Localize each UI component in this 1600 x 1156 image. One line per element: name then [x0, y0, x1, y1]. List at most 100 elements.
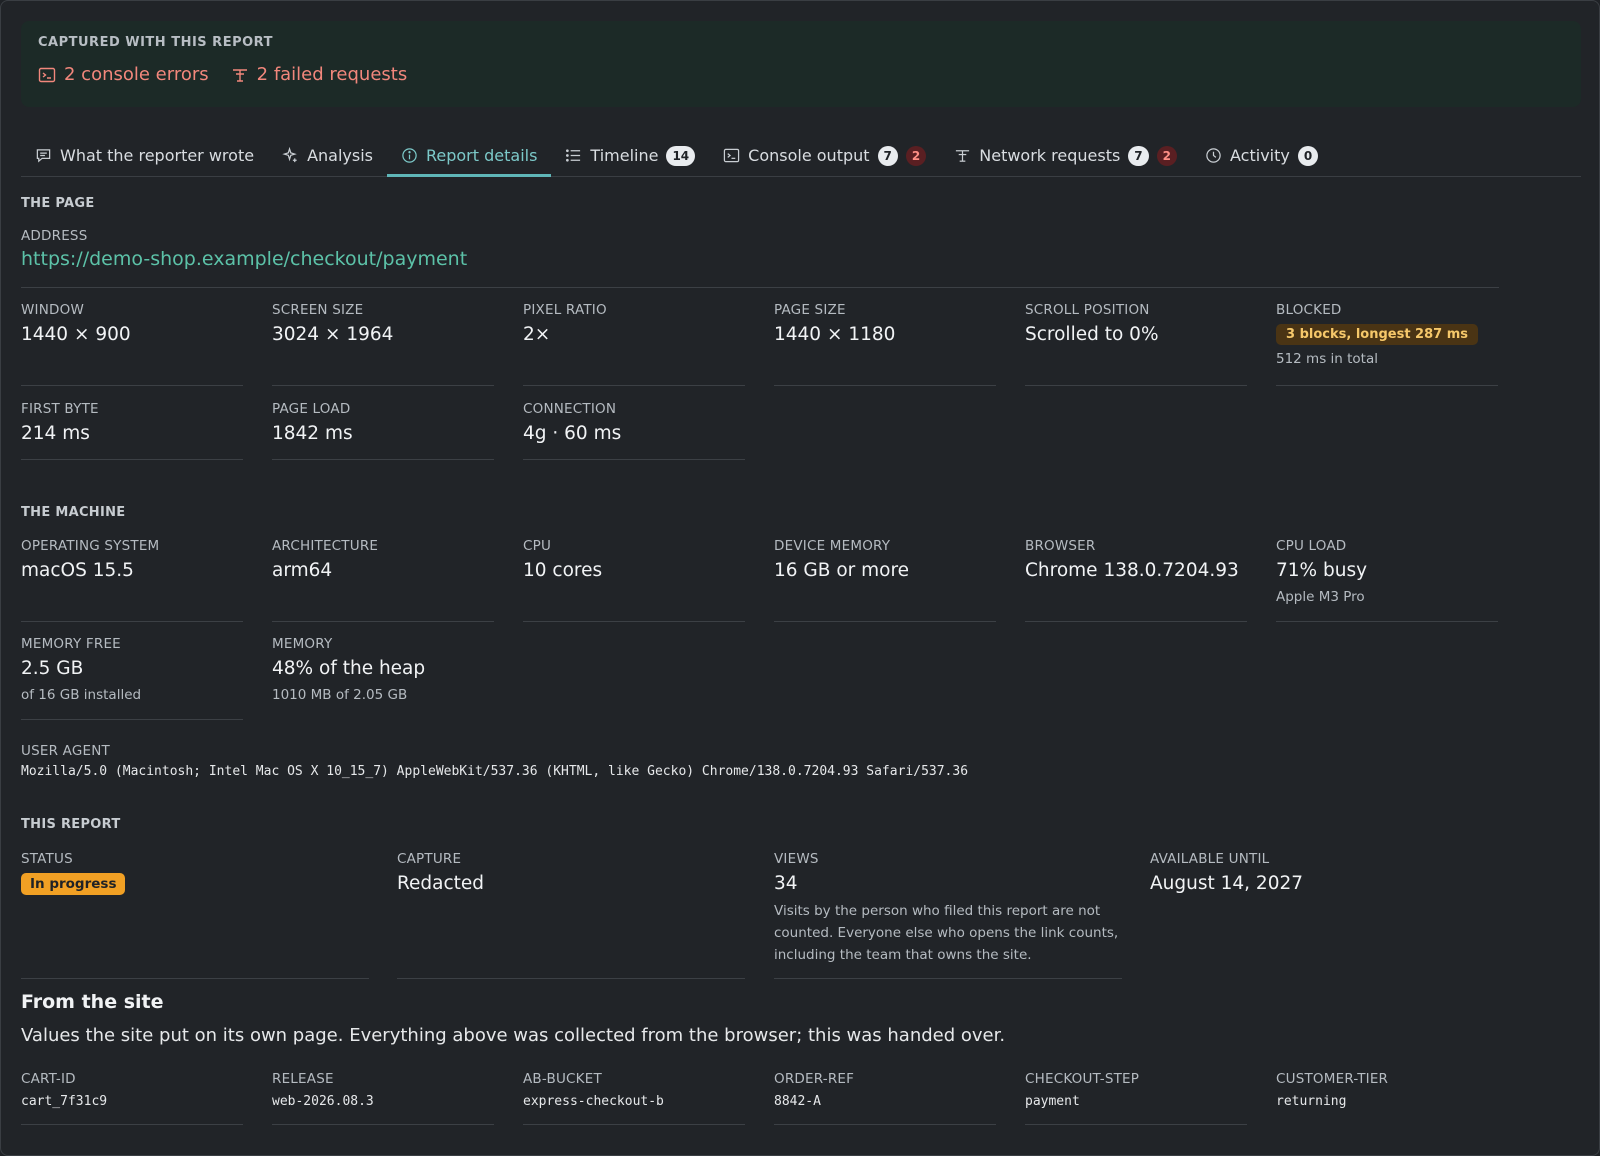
- tab-activity[interactable]: Activity 0: [1191, 135, 1332, 176]
- field-label: CPU: [523, 538, 552, 554]
- status-field: STATUS In progress: [21, 851, 369, 979]
- field-label: SCROLL POSITION: [1025, 302, 1150, 318]
- field-sub: of 16 GB installed: [21, 687, 142, 703]
- captured-title: CAPTURED WITH THIS REPORT: [38, 35, 273, 50]
- field-label: PAGE LOAD: [272, 401, 351, 417]
- field-label: MEMORY FREE: [21, 636, 121, 652]
- connection-field: CONNECTION 4g · 60 ms: [523, 401, 745, 460]
- scroll-position-field: SCROLL POSITION Scrolled to 0%: [1025, 302, 1247, 386]
- tab-console-output[interactable]: Console output 7 2: [709, 135, 940, 176]
- field-value: macOS 15.5: [21, 560, 134, 581]
- field-label: BROWSER: [1025, 538, 1096, 554]
- section-title-report: THIS REPORT: [21, 817, 121, 832]
- first-byte-field: FIRST BYTE 214 ms: [21, 401, 243, 460]
- terminal-icon: [723, 148, 740, 163]
- field-value: 1440 × 1180: [774, 324, 896, 345]
- field-value: 8842-A: [774, 1094, 821, 1109]
- field-value: 10 cores: [523, 560, 603, 581]
- browser-field: BROWSER Chrome 138.0.7204.93: [1025, 538, 1247, 622]
- os-field: OPERATING SYSTEM macOS 15.5: [21, 538, 243, 622]
- field-label: CONNECTION: [523, 401, 617, 417]
- tab-label: Timeline: [590, 146, 659, 165]
- field-value: 4g · 60 ms: [523, 423, 622, 444]
- field-value: returning: [1276, 1094, 1347, 1109]
- info-icon: [402, 148, 417, 163]
- terminal-icon: [38, 67, 56, 82]
- message-icon: [36, 149, 51, 163]
- failed-requests-link[interactable]: 2 failed requests: [231, 64, 407, 85]
- field-label: MEMORY: [272, 636, 333, 652]
- field-label: ARCHITECTURE: [272, 538, 379, 554]
- console-count-badge: 7: [877, 145, 898, 166]
- field-value: payment: [1025, 1094, 1080, 1109]
- console-errors-link[interactable]: 2 console errors: [38, 64, 209, 85]
- from-site-title: From the site: [21, 991, 164, 1013]
- field-label: FIRST BYTE: [21, 401, 99, 417]
- network-count-badge: 7: [1128, 145, 1149, 166]
- field-value: August 14, 2027: [1150, 873, 1304, 894]
- network-icon: [232, 68, 247, 82]
- tab-reporter-wrote[interactable]: What the reporter wrote: [21, 135, 268, 176]
- console-errors-text: 2 console errors: [64, 64, 209, 85]
- tab-label: What the reporter wrote: [60, 146, 255, 165]
- user-agent-field: USER AGENT Mozilla/5.0 (Macintosh; Intel…: [21, 743, 968, 779]
- field-label: CUSTOMER-TIER: [1276, 1071, 1389, 1087]
- screen-size-field: SCREEN SIZE 3024 × 1964: [272, 302, 494, 386]
- field-label: RELEASE: [272, 1071, 334, 1087]
- field-value: web-2026.08.3: [272, 1094, 374, 1109]
- field-label: AB-BUCKET: [523, 1071, 602, 1087]
- from-site-description: Values the site put on its own page. Eve…: [21, 1025, 1006, 1046]
- tab-label: Activity: [1230, 146, 1290, 165]
- field-label: USER AGENT: [21, 743, 110, 759]
- field-value: 48% of the heap: [272, 658, 426, 679]
- blocked-field: BLOCKED 3 blocks, longest 287 ms 512 ms …: [1276, 302, 1498, 386]
- blocked-badge: 3 blocks, longest 287 ms: [1276, 324, 1479, 345]
- address-label: ADDRESS: [21, 228, 88, 244]
- tab-report-details[interactable]: Report details: [386, 135, 552, 177]
- field-value: 71% busy: [1276, 560, 1368, 581]
- field-label: PIXEL RATIO: [523, 302, 607, 318]
- address-field: ADDRESS https://demo-shop.example/checko…: [21, 228, 1499, 288]
- tab-analysis[interactable]: Analysis: [268, 135, 387, 176]
- capture-field: CAPTURE Redacted: [397, 851, 745, 979]
- list-icon: [566, 149, 581, 162]
- field-label: CHECKOUT-STEP: [1025, 1071, 1140, 1087]
- field-label: ORDER-REF: [774, 1071, 855, 1087]
- field-sub: Visits by the person who filed this repo…: [774, 903, 1119, 963]
- field-value: 1440 × 900: [21, 324, 131, 345]
- clock-icon: [1206, 148, 1221, 163]
- field-label: WINDOW: [21, 302, 84, 318]
- field-value: 214 ms: [21, 423, 90, 444]
- field-value: arm64: [272, 560, 333, 581]
- section-title-machine: THE MACHINE: [21, 505, 126, 520]
- field-value: 3024 × 1964: [272, 324, 394, 345]
- tab-label: Console output: [748, 146, 870, 165]
- tab-label: Analysis: [307, 146, 373, 165]
- tab-label: Network requests: [979, 146, 1121, 165]
- memory-field: MEMORY 48% of the heap 1010 MB of 2.05 G…: [272, 636, 494, 720]
- tab-timeline[interactable]: Timeline 14: [551, 135, 709, 176]
- site-field-release: RELEASE web-2026.08.3: [272, 1071, 494, 1125]
- device-memory-field: DEVICE MEMORY 16 GB or more: [774, 538, 996, 622]
- site-field-cart-id: CART-ID cart_7f31c9: [21, 1071, 243, 1125]
- field-value: cart_7f31c9: [21, 1094, 108, 1109]
- memory-free-field: MEMORY FREE 2.5 GB of 16 GB installed: [21, 636, 243, 720]
- field-value: Redacted: [397, 873, 485, 894]
- tab-network-requests[interactable]: Network requests 7 2: [940, 135, 1191, 176]
- pixel-ratio-field: PIXEL RATIO 2×: [523, 302, 745, 386]
- user-agent-value: Mozilla/5.0 (Macintosh; Intel Mac OS X 1…: [21, 764, 969, 779]
- page-size-field: PAGE SIZE 1440 × 1180: [774, 302, 996, 386]
- field-value: 2.5 GB: [21, 658, 84, 679]
- field-label: VIEWS: [774, 851, 819, 867]
- field-value: Scrolled to 0%: [1025, 324, 1159, 345]
- address-link[interactable]: https://demo-shop.example/checkout/payme…: [21, 248, 1499, 270]
- captured-banner: CAPTURED WITH THIS REPORT 2 console erro…: [21, 21, 1581, 107]
- field-label: BLOCKED: [1276, 302, 1342, 318]
- network-icon: [956, 150, 970, 162]
- field-value: 34: [774, 873, 798, 894]
- cpu-load-field: CPU LOAD 71% busy Apple M3 Pro: [1276, 538, 1498, 622]
- site-field-customer-tier: CUSTOMER-TIER returning: [1276, 1071, 1498, 1125]
- tab-bar: What the reporter wrote Analysis Report …: [21, 135, 1581, 177]
- field-sub: 1010 MB of 2.05 GB: [272, 687, 408, 703]
- activity-count-badge: 0: [1297, 145, 1319, 166]
